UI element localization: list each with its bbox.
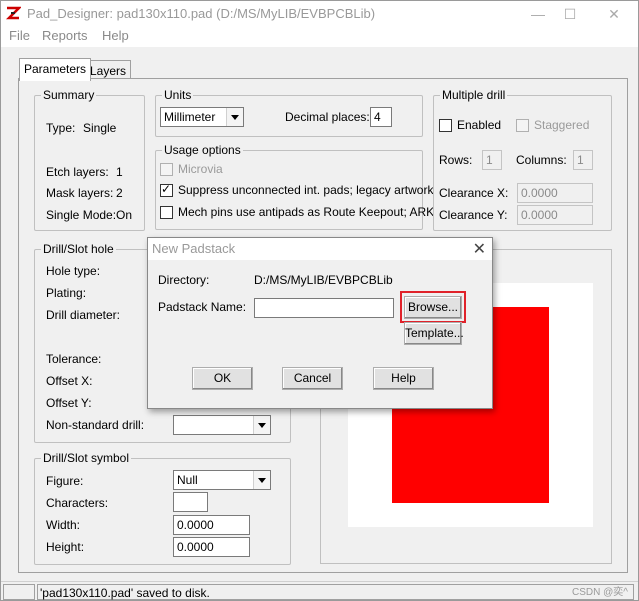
usage-options-label: Usage options [162, 143, 243, 157]
staggered-checkbox [516, 119, 529, 132]
units-label: Units [162, 88, 194, 102]
minimize-icon[interactable]: — [523, 3, 553, 25]
enabled-label: Enabled [457, 118, 502, 132]
microvia-checkbox [160, 163, 173, 176]
type-label: Type: [46, 121, 76, 135]
checkmark-icon: ✓ [161, 182, 172, 196]
status-bar: 'pad130x110.pad' saved to disk. [1, 581, 638, 600]
width-field[interactable]: 0.0000 [173, 515, 250, 535]
clearance-x-label: Clearance X: [439, 186, 509, 200]
rows-field: 1 [482, 150, 502, 170]
microvia-label: Microvia [178, 162, 223, 176]
height-label: Height: [46, 540, 85, 554]
type-value: Single [83, 121, 117, 135]
etch-layers-value: 1 [116, 165, 123, 179]
menu-reports[interactable]: Reports [42, 28, 88, 43]
clearance-x-field: 0.0000 [517, 183, 593, 203]
tolerance-label: Tolerance: [46, 352, 102, 366]
menu-bar: File Reports Help [1, 27, 638, 47]
multiple-drill-label: Multiple drill [440, 88, 508, 102]
padstack-name-field[interactable] [254, 298, 394, 318]
dialog-title-bar: New Padstack ✕ [148, 238, 492, 260]
directory-value: D:/MS/MyLIB/EVBPCBLib [254, 273, 393, 287]
hole-type-label: Hole type: [46, 264, 101, 278]
clearance-y-field: 0.0000 [517, 205, 593, 225]
mask-layers-value: 2 [116, 186, 123, 200]
menu-file[interactable]: File [9, 28, 30, 43]
ok-button[interactable]: OK [192, 367, 253, 390]
etch-layers-label: Etch layers: [46, 165, 109, 179]
drill-slot-symbol-group: Drill/Slot symbol Figure: Null Character… [34, 451, 291, 565]
non-standard-drill-label: Non-standard drill: [46, 418, 145, 432]
chevron-down-icon[interactable] [253, 471, 270, 489]
staggered-label: Staggered [534, 118, 590, 132]
tab-layers[interactable]: Layers [85, 60, 132, 80]
characters-label: Characters: [46, 496, 109, 510]
units-group: Units Millimeter Decimal places: 4 [155, 88, 423, 137]
browse-highlight [400, 291, 466, 323]
figure-label: Figure: [46, 474, 84, 488]
characters-field[interactable] [173, 492, 208, 512]
single-mode-label: Single Mode: [46, 208, 117, 222]
suppress-label: Suppress unconnected int. pads; legacy a… [178, 183, 434, 197]
title-bar: Pad_Designer: pad130x110.pad (D:/MS/MyLI… [1, 1, 638, 27]
mask-layers-label: Mask layers: [46, 186, 114, 200]
units-select[interactable]: Millimeter [160, 107, 244, 127]
single-mode-value: On [116, 208, 133, 222]
mech-pins-checkbox[interactable] [160, 206, 173, 219]
figure-value: Null [177, 473, 198, 487]
units-value: Millimeter [164, 110, 216, 124]
enabled-checkbox[interactable] [439, 119, 452, 132]
drill-slot-hole-label: Drill/Slot hole [41, 242, 116, 256]
columns-field: 1 [573, 150, 593, 170]
cancel-button[interactable]: Cancel [282, 367, 343, 390]
close-icon[interactable]: ✕ [599, 3, 629, 25]
mech-pins-label: Mech pins use antipads as Route Keepout;… [178, 205, 435, 219]
usage-options-group: Usage options Microvia ✓ Suppress unconn… [155, 143, 434, 230]
pad-designer-window: Pad_Designer: pad130x110.pad (D:/MS/MyLI… [0, 0, 639, 601]
drill-slot-symbol-label: Drill/Slot symbol [41, 451, 132, 465]
columns-label: Columns: [516, 153, 567, 167]
tab-parameters[interactable]: Parameters [19, 58, 92, 81]
close-icon[interactable]: ✕ [473, 239, 486, 259]
new-padstack-dialog: New Padstack ✕ Directory: D:/MS/MyLIB/EV… [147, 237, 493, 409]
status-message: 'pad130x110.pad' saved to disk. [37, 584, 634, 600]
figure-select[interactable]: Null [173, 470, 271, 490]
chevron-down-icon[interactable] [226, 108, 243, 126]
non-standard-drill-select[interactable] [173, 415, 271, 435]
template-button[interactable]: Template... [404, 322, 464, 345]
status-pane-left [3, 584, 35, 600]
suppress-checkbox[interactable]: ✓ [160, 182, 173, 197]
maximize-icon[interactable]: ☐ [555, 3, 585, 25]
width-label: Width: [46, 518, 81, 532]
decimal-places-field[interactable]: 4 [370, 107, 392, 127]
directory-label: Directory: [158, 273, 210, 287]
window-title: Pad_Designer: pad130x110.pad (D:/MS/MyLI… [27, 6, 376, 21]
padstack-name-label: Padstack Name: [158, 300, 247, 314]
clearance-y-label: Clearance Y: [439, 208, 508, 222]
multiple-drill-group: Multiple drill Enabled Staggered Rows: 1… [433, 88, 612, 231]
watermark: CSDN @奕^ [572, 587, 628, 598]
plating-label: Plating: [46, 286, 87, 300]
chevron-down-icon[interactable] [253, 416, 270, 434]
drill-diameter-label: Drill diameter: [46, 308, 121, 322]
offset-y-label: Offset Y: [46, 396, 92, 410]
height-field[interactable]: 0.0000 [173, 537, 250, 557]
rows-label: Rows: [439, 153, 473, 167]
summary-label: Summary [41, 88, 97, 102]
offset-x-label: Offset X: [46, 374, 93, 388]
menu-help[interactable]: Help [102, 28, 129, 43]
summary-group: Summary Type: Single Etch layers: 1 Mask… [34, 88, 145, 231]
app-icon [5, 6, 21, 20]
decimal-places-label: Decimal places: [285, 110, 370, 124]
dialog-title: New Padstack [152, 241, 236, 256]
help-button[interactable]: Help [373, 367, 434, 390]
